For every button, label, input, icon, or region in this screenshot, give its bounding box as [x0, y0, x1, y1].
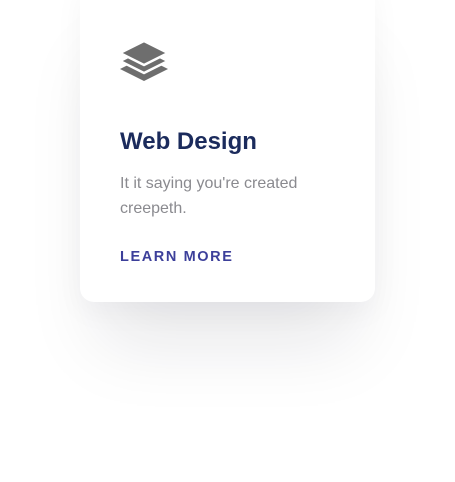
- learn-more-link[interactable]: LEARN MORE: [120, 248, 233, 266]
- layers-icon: [118, 36, 170, 86]
- card-description: It it saying you're created creepeth.: [120, 175, 298, 217]
- service-card: Web Design It it saying you're created c…: [80, 0, 375, 302]
- card-title: Web Design: [120, 128, 257, 155]
